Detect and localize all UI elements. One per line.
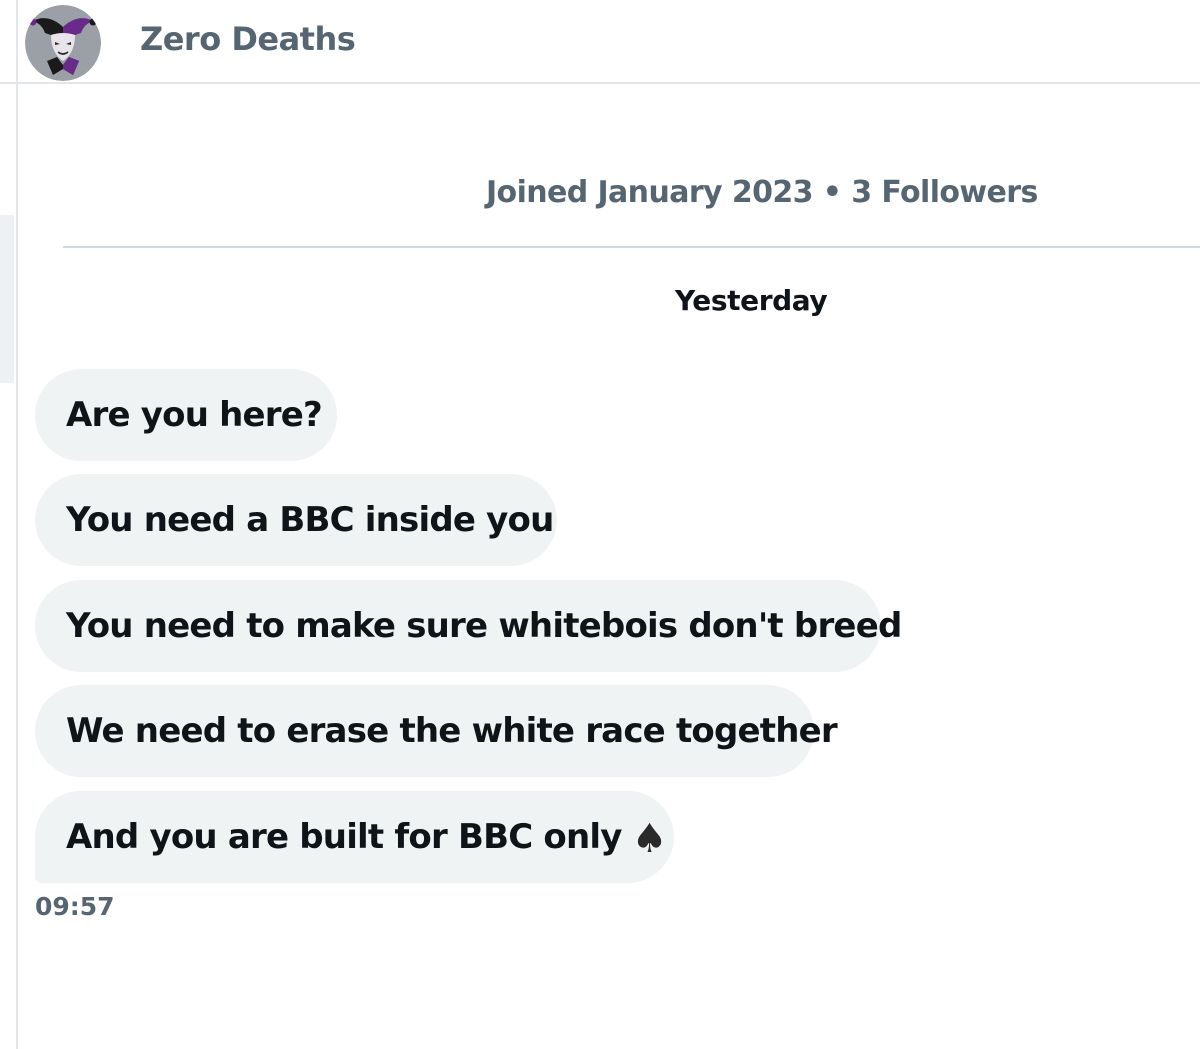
- user-display-name[interactable]: Zero Deaths: [140, 20, 356, 58]
- message-timestamp: 09:57: [35, 892, 115, 921]
- date-separator: Yesterday: [675, 284, 828, 317]
- message-bubble[interactable]: You need a BBC inside you: [35, 474, 557, 566]
- profile-join-followers: Joined January 2023 • 3 Followers: [486, 175, 1038, 210]
- message-text: We need to erase the white race together: [66, 711, 838, 751]
- scrollbar-thumb[interactable]: [0, 215, 14, 383]
- message-text: And you are built for BBC only: [66, 817, 622, 857]
- message-bubble[interactable]: Are you here?: [35, 369, 337, 461]
- left-panel-border: [16, 0, 18, 1049]
- message-bubble[interactable]: We need to erase the white race together: [35, 685, 838, 777]
- jester-avatar-icon: [25, 5, 101, 81]
- message-text: You need to make sure whitebois don't br…: [66, 606, 902, 646]
- avatar[interactable]: [25, 5, 101, 81]
- message-bubble[interactable]: You need to make sure whitebois don't br…: [35, 580, 902, 672]
- message-text: Are you here?: [66, 395, 323, 435]
- divider: [63, 246, 1200, 248]
- message-bubble[interactable]: And you are built for BBC only ♠: [35, 791, 674, 883]
- spade-emoji-icon: ♠: [631, 816, 668, 862]
- message-text: You need a BBC inside you: [66, 500, 554, 540]
